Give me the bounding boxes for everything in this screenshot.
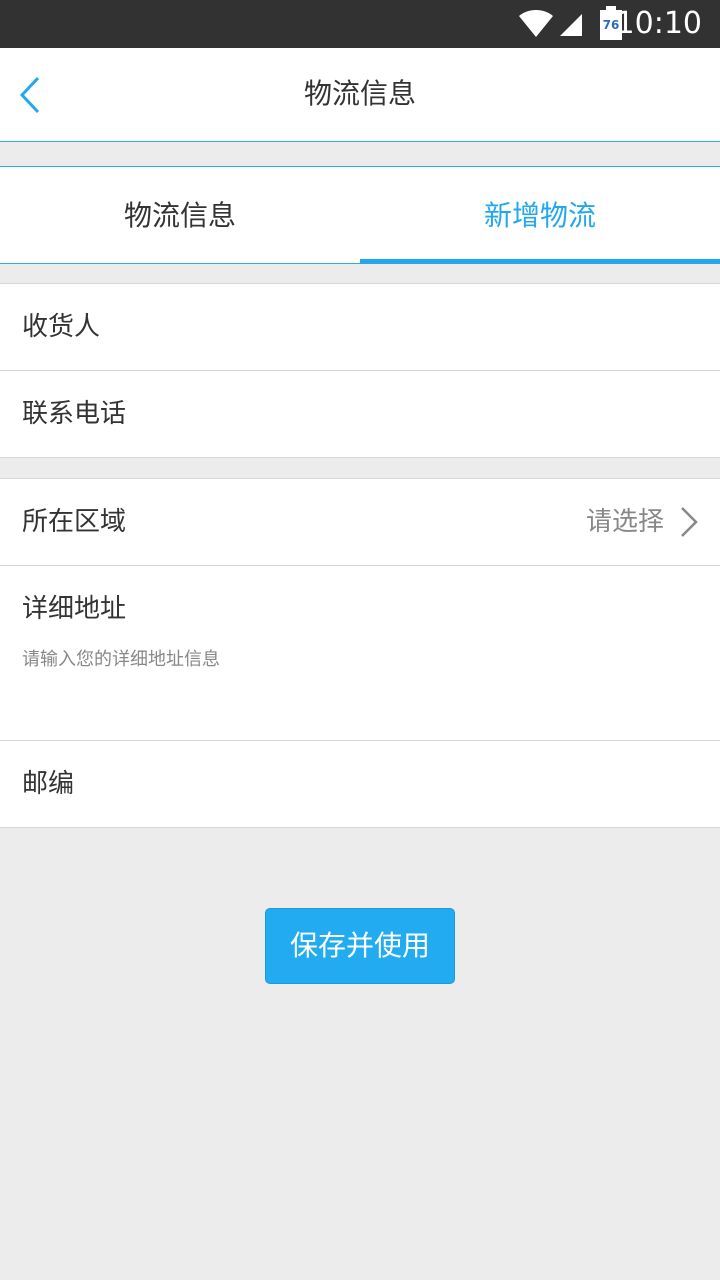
phone-field[interactable]: 联系电话 (0, 371, 720, 457)
region-value: 请选择 (585, 507, 664, 537)
postcode-field[interactable]: 邮编 (0, 741, 720, 827)
tab-logistics-info[interactable]: 物流信息 (0, 167, 360, 263)
contact-group: 收货人 联系电话 (0, 283, 720, 458)
chevron-right-icon (678, 505, 700, 539)
save-and-use-button[interactable]: 保存并使用 (265, 908, 455, 984)
postcode-label: 邮编 (22, 769, 75, 799)
region-label: 所在区域 (22, 507, 127, 537)
signal-icon (558, 12, 584, 42)
address-field[interactable]: 详细地址 请输入您的详细地址信息 (0, 566, 720, 741)
address-group: 所在区域 请选择 详细地址 请输入您的详细地址信息 邮编 (0, 478, 720, 828)
recipient-field[interactable]: 收货人 (0, 284, 720, 371)
page-title: 物流信息 (303, 77, 416, 110)
recipient-label: 收货人 (22, 312, 101, 342)
clock: 10:10 (615, 6, 702, 41)
tab-add-logistics[interactable]: 新增物流 (360, 167, 720, 263)
nav-bar: 物流信息 (0, 48, 720, 142)
region-selector[interactable]: 所在区域 请选择 (0, 479, 720, 566)
phone-label: 联系电话 (22, 399, 127, 429)
wifi-icon (518, 8, 554, 42)
status-bar: 76 10:10 (0, 0, 720, 48)
active-tab-indicator (360, 259, 720, 264)
tab-bar: 物流信息 新增物流 (0, 166, 720, 264)
address-placeholder: 请输入您的详细地址信息 (22, 649, 220, 670)
address-label: 详细地址 (22, 594, 127, 624)
